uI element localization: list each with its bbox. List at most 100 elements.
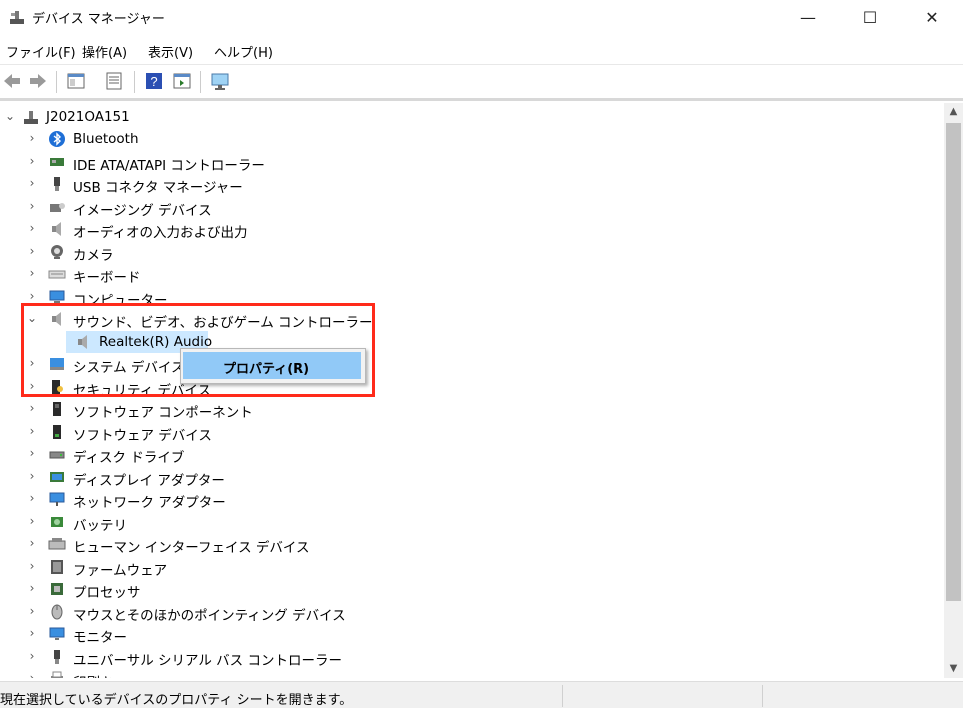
tree-item-label: カメラ — [73, 247, 114, 264]
chevron-right-icon[interactable]: › — [26, 604, 38, 618]
chevron-right-icon[interactable]: › — [26, 446, 38, 460]
chevron-right-icon[interactable]: › — [26, 244, 38, 258]
toolbar-separator — [134, 71, 135, 93]
tree-item[interactable]: › オーディオの入力および出力 — [0, 218, 944, 241]
chevron-right-icon[interactable]: › — [26, 401, 38, 415]
menu-help[interactable]: ヘルプ(H) — [214, 42, 273, 61]
forward-icon[interactable] — [28, 71, 48, 91]
vertical-scrollbar[interactable]: ▲ ▼ — [944, 103, 963, 678]
toolbar-divider — [0, 98, 963, 101]
back-icon[interactable] — [2, 71, 22, 91]
svg-text:?: ? — [150, 74, 157, 89]
minimize-icon: — — [800, 7, 816, 27]
computer-root-icon — [24, 111, 38, 124]
scroll-up-icon[interactable]: ▲ — [944, 103, 963, 121]
firmware-icon — [51, 559, 63, 574]
tree-item[interactable]: › キーボード — [0, 263, 944, 286]
tree-item[interactable]: › ヒューマン インターフェイス デバイス — [0, 533, 944, 556]
chevron-right-icon[interactable]: › — [26, 559, 38, 573]
tree-item[interactable]: › ソフトウェア デバイス — [0, 421, 944, 444]
chevron-right-icon[interactable]: › — [26, 131, 38, 145]
camera-icon — [51, 244, 63, 259]
tree-item-label: イメージング デバイス — [73, 202, 212, 219]
tree-item[interactable]: › ディスク ドライブ — [0, 443, 944, 466]
maximize-icon: ☐ — [862, 7, 878, 27]
chevron-right-icon[interactable]: › — [26, 266, 38, 280]
chevron-right-icon[interactable]: › — [26, 424, 38, 438]
chevron-right-icon[interactable]: › — [26, 221, 38, 235]
tree-root[interactable]: ⌄ J2021OA151 — [0, 106, 944, 128]
chevron-down-icon[interactable]: ⌄ — [4, 109, 16, 123]
tree-item[interactable]: › モニター — [0, 623, 944, 646]
tree-item-label: ソフトウェア デバイス — [73, 427, 212, 444]
tree-item[interactable]: › ユニバーサル シリアル バス コントローラー — [0, 646, 944, 669]
status-bar: 現在選択しているデバイスのプロパティ シートを開きます。 — [0, 681, 963, 708]
menu-view[interactable]: 表示(V) — [148, 42, 193, 61]
disk-drive-icon — [49, 451, 65, 459]
tree-item-label: プロセッサ — [73, 585, 141, 601]
chevron-right-icon[interactable]: › — [26, 671, 38, 678]
menu-bar: ファイル(F) 操作(A) 表示(V) ヘルプ(H) — [0, 38, 963, 64]
properties-icon[interactable] — [104, 71, 124, 91]
scan-hardware-icon[interactable] — [210, 71, 230, 91]
tree-item[interactable]: › バッテリ — [0, 511, 944, 534]
minimize-button[interactable]: — — [777, 0, 839, 34]
tree-item[interactable]: › Bluetooth — [0, 128, 944, 150]
tree-item[interactable]: › ネットワーク アダプター — [0, 488, 944, 511]
context-menu-properties[interactable]: プロパティ(R) — [183, 352, 361, 379]
tree-item-label: オーディオの入力および出力 — [73, 225, 248, 241]
chevron-right-icon[interactable]: › — [26, 514, 38, 528]
display-adapter-icon — [50, 471, 64, 482]
scroll-thumb[interactable] — [946, 123, 961, 601]
tree-item[interactable]: › 印刷キュー — [0, 668, 944, 678]
chevron-right-icon[interactable]: › — [26, 154, 38, 168]
tree-item[interactable]: › マウスとそのほかのポインティング デバイス — [0, 601, 944, 624]
chevron-right-icon[interactable]: › — [26, 626, 38, 640]
help-icon[interactable]: ? — [144, 71, 164, 91]
tree-item[interactable]: › ファームウェア — [0, 556, 944, 579]
menu-file[interactable]: ファイル(F) — [6, 42, 76, 61]
tree-item-label: IDE ATA/ATAPI コントローラー — [73, 157, 265, 174]
chevron-right-icon[interactable]: › — [26, 581, 38, 595]
chevron-right-icon[interactable]: › — [26, 176, 38, 190]
tree-item[interactable]: › プロセッサ — [0, 578, 944, 601]
speaker-icon — [52, 222, 61, 236]
tree-item-label: Bluetooth — [73, 131, 139, 147]
tree-item-label: バッテリ — [73, 517, 127, 534]
tree-item-label: ファームウェア — [73, 562, 168, 579]
chevron-right-icon[interactable]: › — [26, 536, 38, 550]
tree-item[interactable]: › カメラ — [0, 241, 944, 264]
tree-item-label: ヒューマン インターフェイス デバイス — [73, 540, 310, 556]
chevron-right-icon[interactable]: › — [26, 199, 38, 213]
usb-connector-icon — [54, 177, 60, 191]
tree-item[interactable]: › IDE ATA/ATAPI コントローラー — [0, 151, 944, 174]
tree-item-label: キーボード — [73, 270, 141, 286]
tree-item-label: モニター — [73, 630, 127, 646]
action-pane-icon[interactable] — [172, 71, 192, 91]
tree-item-label: 印刷キュー — [73, 671, 141, 678]
toolbar-separator — [200, 71, 201, 93]
tree-item[interactable]: › イメージング デバイス — [0, 196, 944, 219]
show-hide-tree-icon[interactable] — [66, 71, 86, 91]
status-divider — [562, 685, 563, 707]
chevron-right-icon[interactable]: › — [26, 649, 38, 663]
chevron-right-icon[interactable]: › — [26, 491, 38, 505]
tree-item[interactable]: › ソフトウェア コンポーネント — [0, 398, 944, 421]
chevron-right-icon[interactable]: › — [26, 289, 38, 303]
window-title: デバイス マネージャー — [32, 12, 165, 27]
menu-action[interactable]: 操作(A) — [82, 42, 127, 61]
imaging-device-icon — [50, 202, 65, 212]
tree-item-label: ユニバーサル シリアル バス コントローラー — [73, 652, 342, 669]
device-manager-icon — [10, 11, 24, 24]
tree-item[interactable]: › USB コネクタ マネージャー — [0, 173, 944, 196]
title-bar: デバイス マネージャー — ☐ ✕ — [0, 0, 963, 34]
tree-item[interactable]: › ディスプレイ アダプター — [0, 466, 944, 489]
status-text: 現在選択しているデバイスのプロパティ シートを開きます。 — [0, 693, 353, 708]
scroll-down-icon[interactable]: ▼ — [944, 660, 963, 678]
close-button[interactable]: ✕ — [901, 0, 963, 34]
chevron-right-icon[interactable]: › — [26, 469, 38, 483]
maximize-button[interactable]: ☐ — [839, 0, 901, 34]
network-adapter-icon — [49, 492, 65, 506]
keyboard-icon — [48, 270, 66, 279]
status-divider — [762, 685, 763, 707]
